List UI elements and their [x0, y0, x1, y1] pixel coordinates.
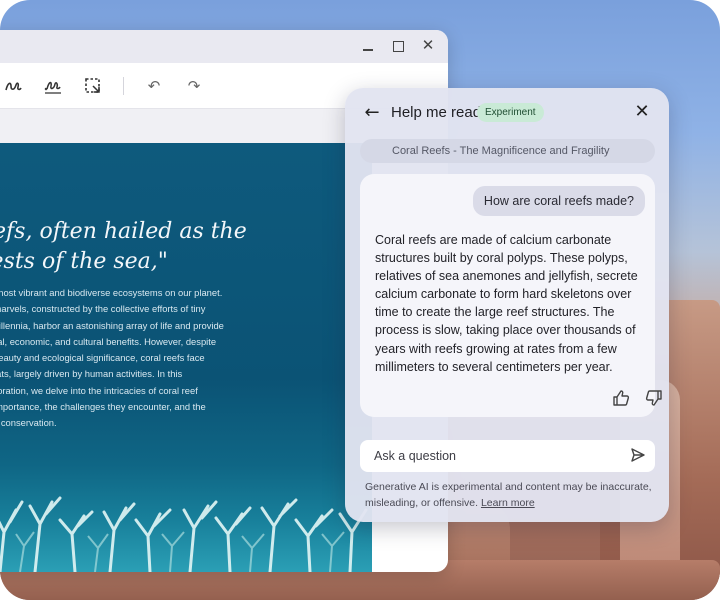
- ai-disclaimer: Generative AI is experimental and conten…: [365, 480, 655, 511]
- answer-line: structures built by coral polyps. These …: [375, 251, 628, 266]
- body-line: threats, largely driven by human activit…: [0, 368, 183, 380]
- body-line: ogical, economic, and cultural benefits.…: [0, 335, 217, 347]
- toolbar-divider: [123, 77, 124, 95]
- answer-line: relatives of sea anemones and jellyfish,…: [375, 269, 638, 284]
- experiment-badge: Experiment: [477, 103, 544, 122]
- quote-line: eefs, often hailed as the: [0, 219, 247, 244]
- signature-icon[interactable]: [42, 75, 64, 97]
- desktop-background: ✕ ↶ ↷ eefs, often hailed as the rests of…: [0, 0, 720, 600]
- user-question-bubble: How are coral reefs made?: [472, 186, 645, 216]
- body-line: eir importance, the challenges they enco…: [0, 401, 206, 413]
- body-line: exploration, we delve into the intricaci…: [0, 384, 198, 396]
- redo-icon[interactable]: ↷: [183, 75, 205, 97]
- conversation-card: How are coral reefs made? Coral reefs ar…: [360, 174, 662, 417]
- minimize-icon[interactable]: [360, 38, 376, 54]
- panel-header: ← Help me read Experiment ✕: [345, 88, 669, 138]
- learn-more-link[interactable]: Learn more: [481, 497, 535, 509]
- body-line: ter marvels, constructed by the collecti…: [0, 303, 206, 315]
- close-icon[interactable]: ✕: [420, 38, 436, 54]
- answer-line: Coral reefs are made of calcium carbonat…: [375, 233, 612, 247]
- panel-title: Help me read: [391, 104, 482, 121]
- answer-line: millimeters to several centimeters per y…: [375, 359, 613, 374]
- thumbs-down-icon[interactable]: [643, 388, 665, 410]
- article-body: the most vibrant and biodiverse ecosyste…: [0, 285, 280, 432]
- undo-icon[interactable]: ↶: [143, 75, 165, 97]
- thumbs-up-icon[interactable]: [610, 388, 632, 410]
- quote-line: rests of the sea,": [0, 249, 168, 274]
- draw-icon[interactable]: [2, 75, 24, 97]
- source-document-chip: Coral Reefs - The Magnificence and Fragi…: [360, 139, 655, 163]
- body-line: the most vibrant and biodiverse ecosyste…: [0, 287, 223, 298]
- answer-line: time to create the large reef structures…: [375, 305, 615, 320]
- body-line: ng beauty and ecological significance, c…: [0, 352, 205, 364]
- body-line: their conservation.: [0, 417, 57, 429]
- coral-image: [0, 496, 368, 572]
- article-page: eefs, often hailed as the rests of the s…: [0, 143, 372, 572]
- window-titlebar[interactable]: ✕: [0, 30, 448, 63]
- answer-line: calcium carbonate to form hard skeletons…: [375, 287, 632, 302]
- maximize-icon[interactable]: [390, 38, 406, 54]
- body-line: er millennia, harbor an astonishing arra…: [0, 319, 224, 331]
- ask-question-input[interactable]: [374, 440, 614, 472]
- answer-line: years with reefs growing at rates from a…: [375, 341, 617, 356]
- send-icon[interactable]: [628, 446, 648, 466]
- help-me-read-panel: ← Help me read Experiment ✕ Coral Reefs …: [345, 88, 669, 522]
- ask-question-box: [360, 440, 655, 472]
- select-region-icon[interactable]: [82, 75, 104, 97]
- ai-answer: Coral reefs are made of calcium carbonat…: [375, 231, 650, 376]
- answer-line: process is slow, taking place over thous…: [375, 323, 636, 338]
- back-arrow-icon[interactable]: ←: [361, 102, 383, 124]
- close-icon[interactable]: ✕: [631, 101, 653, 123]
- article-quote: eefs, often hailed as the rests of the s…: [0, 217, 360, 277]
